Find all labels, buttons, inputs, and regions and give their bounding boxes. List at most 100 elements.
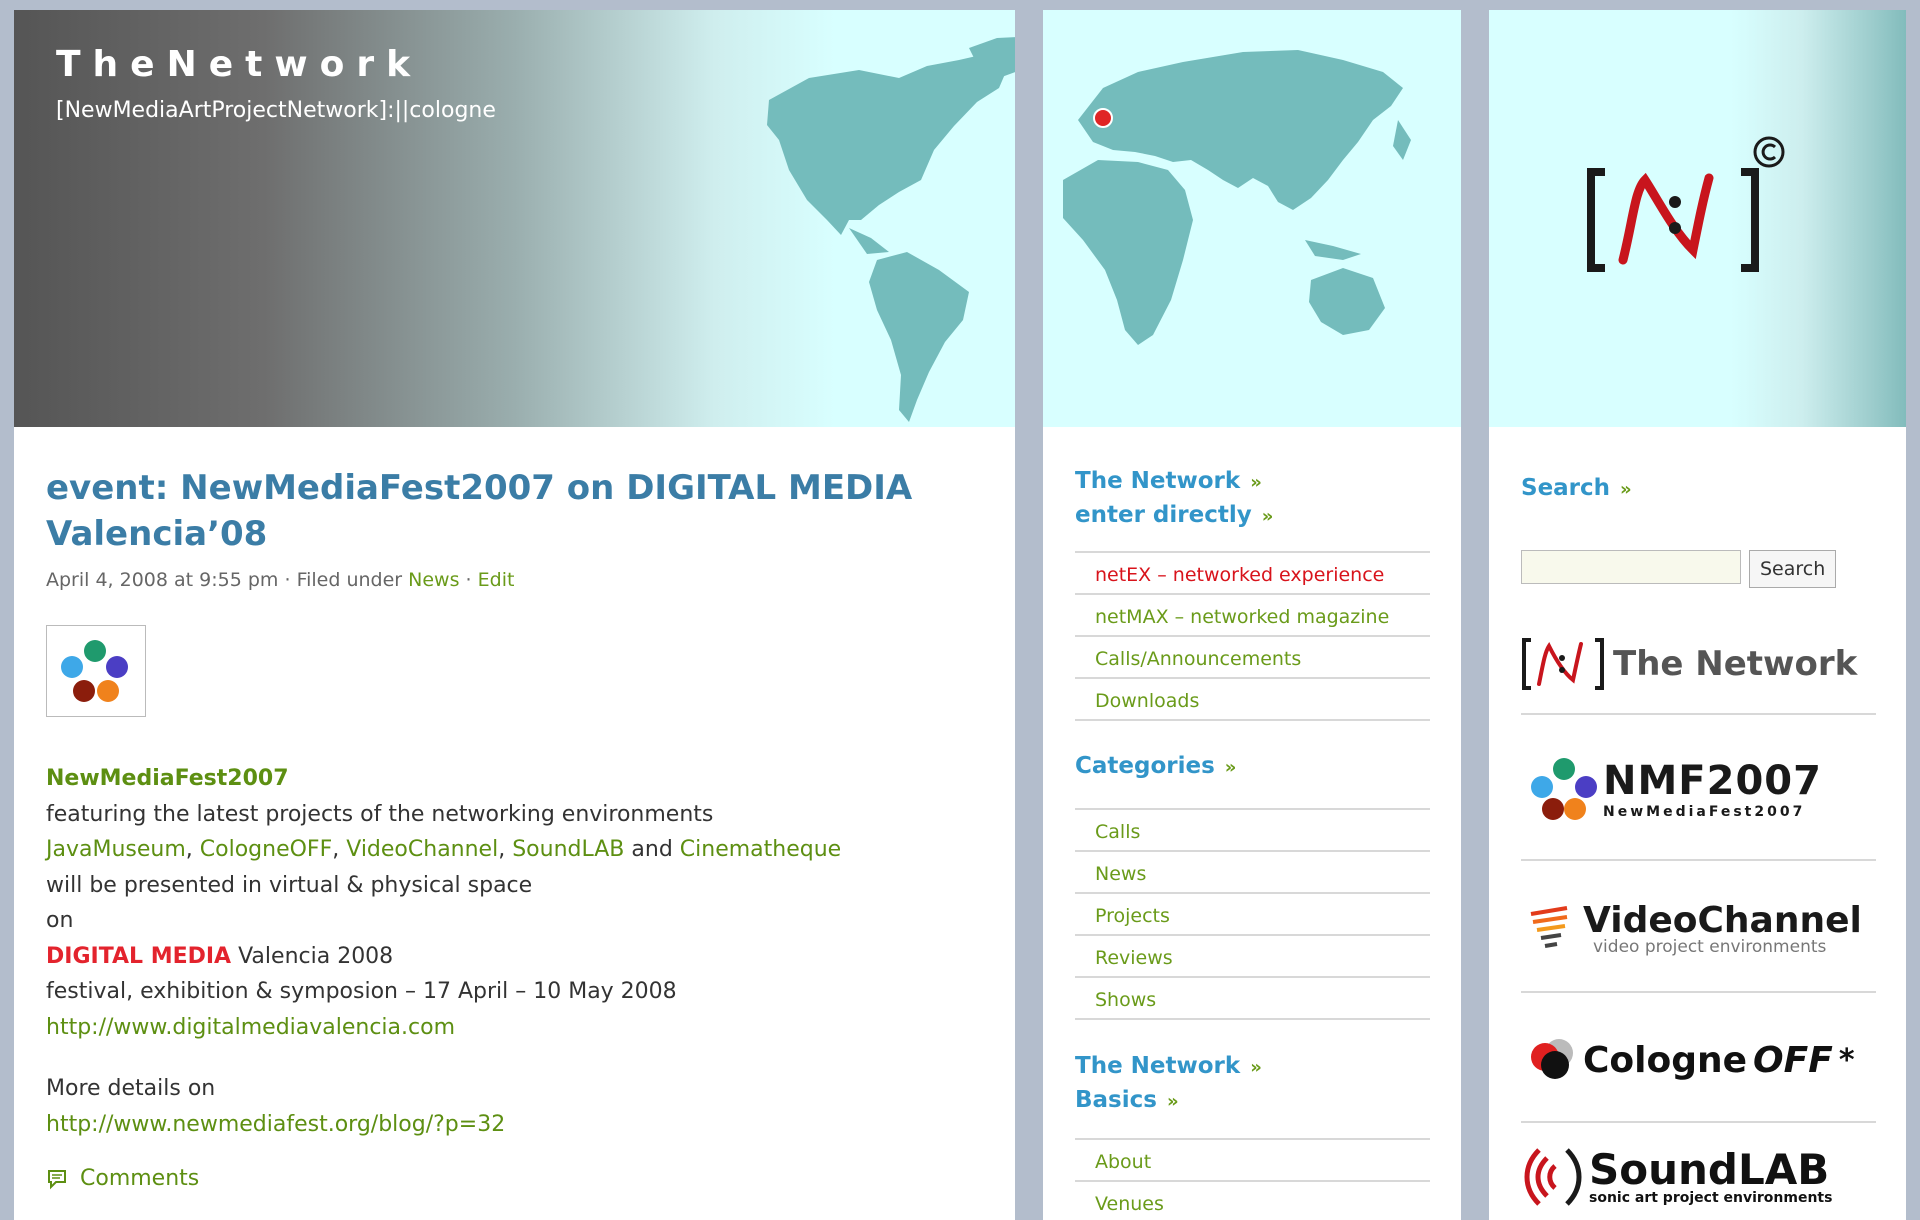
fest-name-link[interactable]: NewMediaFest2007 [46,761,986,797]
basics-heading-text[interactable]: Basics [1075,1087,1157,1113]
post-line: featuring the latest projects of the net… [46,801,714,827]
dot-icon [97,680,119,702]
nmf2007-banner[interactable]: NMF2007 NewMediaFest2007 [1521,721,1876,861]
category-link[interactable]: News [408,569,459,591]
raquo-icon: » [1224,757,1237,778]
raquo-icon: » [1261,506,1274,527]
calls-announcements-link[interactable]: Calls/Announcements [1075,635,1430,677]
world-map-eurasia-africa-icon [1063,50,1411,345]
cologneoff-banner[interactable]: Cologne OFF * [1521,999,1876,1123]
raquo-icon: » [1250,472,1262,493]
raquo-icon: » [1620,479,1632,500]
downloads-link[interactable]: Downloads [1075,677,1430,721]
cologneoff-circles-icon [1531,1039,1573,1079]
netmax-link[interactable]: netMAX – networked magazine [1075,593,1430,635]
categories-list: Calls News Projects Reviews Shows [1075,808,1430,1020]
raquo-icon: » [1250,1057,1262,1078]
main-header: TheNetwork [NewMediaArtProjectNetwork]:|… [14,10,1015,427]
category-reviews[interactable]: Reviews [1075,934,1430,976]
search-heading-text[interactable]: Search [1521,475,1610,501]
search-heading[interactable]: Search » [1521,475,1632,501]
post: event: NewMediaFest2007 on DIGITAL MEDIA… [46,465,986,1191]
post-title[interactable]: event: NewMediaFest2007 on DIGITAL MEDIA… [46,465,986,557]
videochannel-link[interactable]: VideoChannel [346,837,498,862]
soundlab-link[interactable]: SoundLAB [512,837,624,862]
venues-link[interactable]: Venues [1075,1180,1430,1220]
dot-icon [73,680,95,702]
the-network-banner[interactable]: The Network [1521,615,1876,715]
categories-heading[interactable]: Categories » [1075,750,1430,784]
post-line: festival, exhibition & symposion – 17 Ap… [46,979,677,1004]
search-button[interactable]: Search [1749,550,1837,588]
main-column: TheNetwork [NewMediaArtProjectNetwork]:|… [14,10,1015,1220]
category-calls[interactable]: Calls [1075,808,1430,850]
cologneoff-link[interactable]: CologneOFF [200,837,332,862]
javamuseum-link[interactable]: JavaMuseum [46,837,186,862]
post-line: will be presented in virtual & physical … [46,872,533,898]
category-news[interactable]: News [1075,850,1430,892]
post-body: NewMediaFest2007 featuring the latest pr… [46,761,986,1142]
nmf-dots-icon [1531,758,1597,820]
network-heading[interactable]: The Network » [1075,465,1430,499]
soundlab-big-text: SoundLAB [1589,1144,1830,1194]
videochannel-stripes-icon [1530,906,1568,948]
soundlab-text: SoundLAB sonic art project environments [1589,1144,1832,1205]
search-form: Search [1521,550,1837,588]
more-details-label: More details on [46,1076,216,1101]
post-thumbnail[interactable] [46,625,146,717]
right-column: Search » Search The Network NMF2007 NewMe… [1489,10,1906,1220]
post-meta: April 4, 2008 at 9:55 pm · Filed under N… [46,569,986,591]
category-shows[interactable]: Shows [1075,976,1430,1020]
off-text: OFF [1753,1039,1833,1081]
soundlab-waves-icon [1524,1147,1582,1206]
dot-icon [61,656,83,678]
search-input[interactable] [1521,550,1741,584]
digitalmedia-url-link[interactable]: http://www.digitalmediavalencia.com [46,1010,986,1046]
enter-directly-text[interactable]: enter directly [1075,502,1252,528]
category-projects[interactable]: Projects [1075,892,1430,934]
videochannel-small-text: video project environments [1593,936,1827,957]
nmf-small-text: NewMediaFest2007 [1603,804,1806,820]
right-header [1489,10,1906,427]
middle-column: The Network » enter directly » netEX – net… [1043,10,1461,1220]
env-links-line: JavaMuseum, CologneOFF, VideoChannel, So… [46,837,842,862]
about-link[interactable]: About [1075,1138,1430,1180]
middle-header [1043,10,1461,427]
basics-list: About Venues [1075,1138,1430,1220]
site-title[interactable]: TheNetwork [56,44,422,85]
cologne-text: Cologne [1583,1039,1748,1081]
enter-directly-heading[interactable]: enter directly » [1075,499,1430,533]
and-text: and [631,837,673,862]
comment-bubble-icon [48,1169,66,1189]
network-mini-logo-icon [1522,638,1604,690]
comments-label[interactable]: Comments [80,1166,199,1191]
comments-link[interactable]: Comments [46,1166,986,1191]
netex-link[interactable]: netEX – networked experience [1075,551,1430,593]
newmediafest-url-link[interactable]: http://www.newmediafest.org/blog/?p=32 [46,1107,986,1143]
network-links: netEX – networked experience netMAX – ne… [1075,551,1430,721]
basics-heading[interactable]: Basics » [1075,1084,1430,1118]
dot-icon [106,656,128,678]
basics-heading-network[interactable]: The Network » [1075,1050,1430,1084]
basics-heading-network-text[interactable]: The Network [1075,1053,1240,1079]
raquo-icon: » [1166,1091,1179,1112]
meta-separator: · [465,569,472,591]
cinematheque-link[interactable]: Cinematheque [680,837,841,862]
world-map-americas-icon [767,37,1015,422]
videochannel-banner[interactable]: VideoChannel video project environments [1521,867,1876,993]
the-network-logo-text: The Network [1613,644,1858,684]
edit-link[interactable]: Edit [478,569,515,591]
categories-heading-text[interactable]: Categories [1075,753,1215,779]
videochannel-big-text: VideoChannel [1583,899,1862,941]
post-line: on [46,908,74,933]
network-heading-text[interactable]: The Network [1075,468,1240,494]
post-date: April 4, 2008 at 9:55 pm [46,569,279,591]
network-logo-icon[interactable] [1583,120,1803,290]
nmf-text: NMF2007 NewMediaFest2007 [1603,761,1822,819]
soundlab-banner[interactable]: SoundLAB sonic art project environments [1521,1129,1876,1220]
videochannel-text: VideoChannel video project environments [1583,899,1862,957]
digital-media-logo-text: DIGITAL MEDIA [46,943,232,969]
star-text: * [1838,1042,1855,1078]
site-tagline: [NewMediaArtProjectNetwork]:||cologne [56,98,496,123]
filed-under-label: · Filed under [284,569,403,591]
